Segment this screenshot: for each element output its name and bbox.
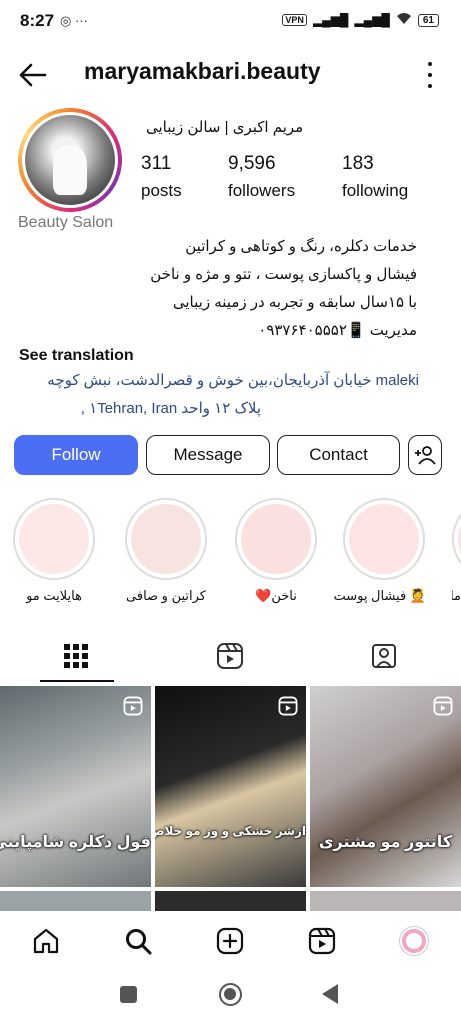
status-time: 8:27	[20, 11, 55, 30]
following-stat[interactable]: 183 following	[342, 153, 408, 201]
grid-icon	[64, 644, 88, 668]
nav-profile[interactable]	[398, 925, 430, 957]
reels-icon	[308, 927, 336, 955]
post-thumbnail[interactable]	[0, 891, 151, 911]
reel-badge-icon	[433, 696, 453, 716]
status-bar: 8:27 ◎ ··· VPN ▂▄▆█ ▂▄▆█ 61	[0, 0, 461, 44]
followers-count: 9,596	[228, 153, 276, 174]
profile-avatar-story-ring[interactable]	[18, 108, 122, 212]
signal-icon: ▂▄▆█	[312, 13, 349, 27]
profile-avatar	[399, 926, 429, 956]
highlight-hair-icon	[19, 504, 89, 574]
following-label: following	[342, 181, 409, 200]
add-person-icon	[415, 446, 436, 465]
home-button[interactable]	[219, 983, 242, 1006]
highlight-item[interactable]: کراتین و صافی	[124, 498, 208, 604]
back-arrow-icon	[19, 63, 47, 87]
highlight-nail-icon	[241, 504, 311, 574]
contact-button[interactable]: Contact	[277, 435, 400, 475]
back-button[interactable]	[16, 58, 50, 92]
tagged-icon	[372, 644, 396, 668]
post-caption: کانتور مو مشتری	[318, 834, 453, 851]
post-thumbnail[interactable]: ازشر خشکی و وز مو خلاص شو	[155, 686, 306, 887]
bio-line: خدمات دکلره، رنگ و کوتاهی و کراتین	[185, 238, 417, 255]
back-system-button[interactable]	[322, 984, 338, 1004]
highlight-facial-icon	[349, 504, 419, 574]
wifi-icon	[396, 12, 412, 28]
bio-line: مدیریت 📱۰۹۳۷۶۴۰۵۵۵۲	[258, 322, 417, 339]
reels-icon	[217, 643, 243, 669]
highlight-label: ناخن❤️	[255, 588, 297, 603]
recent-apps-button[interactable]	[120, 986, 137, 1003]
followers-label: followers	[228, 181, 296, 200]
posts-label: posts	[141, 181, 182, 200]
highlight-label: ما	[452, 588, 461, 603]
highlight-label: کراتین و صافی	[126, 588, 206, 603]
nav-create[interactable]	[214, 925, 246, 957]
active-tab-indicator	[40, 680, 114, 682]
battery-icon: 61	[417, 13, 439, 27]
message-button[interactable]: Message	[146, 435, 270, 475]
highlight-keratin-icon	[131, 504, 201, 574]
vpn-icon: VPN	[282, 14, 307, 26]
suggest-people-button[interactable]	[408, 435, 442, 475]
tab-reels[interactable]	[210, 640, 250, 672]
highlight-item[interactable]: ما	[452, 498, 461, 604]
signal-icon-2: ▂▄▆█	[354, 13, 390, 27]
profile-avatar	[25, 115, 115, 205]
highlight-item[interactable]: 💆 فیشال پوست	[333, 498, 426, 604]
post-thumbnail[interactable]: فول دکلره شامپاینی	[0, 686, 151, 887]
profile-category: Beauty Salon	[18, 214, 114, 231]
post-thumbnail[interactable]	[155, 891, 306, 911]
following-count: 183	[342, 153, 374, 174]
reel-badge-icon	[278, 696, 298, 716]
address-link[interactable]: maleki خیابان آذربایجان،بین خوش و قصرالد…	[47, 371, 419, 389]
posts-count: 311	[141, 153, 172, 174]
search-icon	[126, 929, 152, 955]
nav-home[interactable]	[30, 925, 62, 957]
follow-button[interactable]: Follow	[14, 435, 138, 475]
tab-posts-grid[interactable]	[56, 640, 96, 672]
post-caption: ازشر خشکی و وز مو خلاص شو	[155, 824, 306, 838]
followers-stat[interactable]: 9,596 followers	[228, 153, 295, 201]
tab-tagged[interactable]	[364, 640, 404, 672]
see-translation-link[interactable]: See translation	[19, 347, 134, 365]
nav-reels[interactable]	[306, 925, 338, 957]
bio-line: فیشال و پاکسازی پوست ، تتو و مژه و ناخن	[150, 266, 417, 283]
profile-full-name: مریم اکبری | سالن زیبایی	[146, 119, 304, 136]
reel-badge-icon	[123, 696, 143, 716]
create-icon	[216, 927, 244, 955]
highlight-label: 💆 فیشال پوست	[333, 588, 426, 603]
highlight-item[interactable]: ناخن❤️	[234, 498, 318, 604]
profile-username: maryamakbari.beauty	[84, 58, 321, 84]
highlight-item[interactable]: هایلایت مو	[12, 498, 96, 604]
bio-line: با ۱۵سال سابقه و تجربه در زمینه زیبایی	[172, 294, 417, 311]
posts-stat[interactable]: 311 posts	[141, 153, 182, 201]
status-right-icons: VPN ▂▄▆█ ▂▄▆█ 61	[282, 12, 439, 28]
nav-search[interactable]	[122, 925, 154, 957]
status-notification-icons: ◎ ···	[60, 13, 88, 28]
post-thumbnail[interactable]: کانتور مو مشتری	[310, 686, 461, 887]
home-icon	[33, 928, 59, 954]
address-link-2[interactable]: پلاک ۱۲ واحد ۱Tehran, Iran ,	[81, 399, 261, 417]
highlight-label: هایلایت مو	[26, 588, 82, 603]
post-caption: فول دکلره شامپاینی	[0, 834, 151, 851]
more-options-icon[interactable]	[423, 62, 437, 88]
post-thumbnail[interactable]	[310, 891, 461, 911]
